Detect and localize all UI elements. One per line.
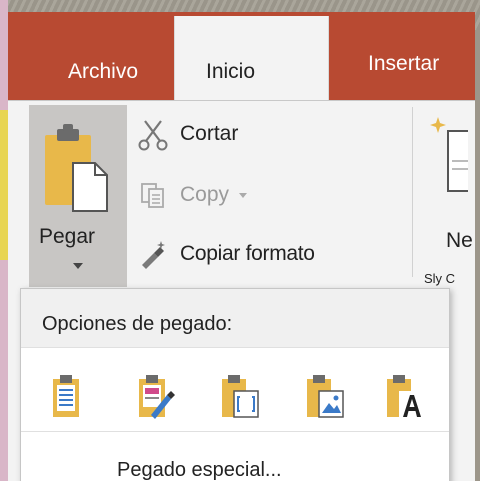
ribbon-group-divider xyxy=(412,107,413,277)
paste-option-embed[interactable] xyxy=(218,371,262,423)
paste-option-keep-source[interactable] xyxy=(133,371,177,423)
paste-dropdown-caret[interactable] xyxy=(73,263,83,269)
cut-button[interactable]: Cortar xyxy=(136,117,238,151)
paste-keep-source-formatting-icon xyxy=(139,375,175,419)
tab-inicio-label: Inicio xyxy=(206,60,256,83)
copy-label: Copy xyxy=(180,183,230,206)
format-painter-icon xyxy=(142,241,165,269)
paste-option-destination-theme[interactable] xyxy=(47,371,91,423)
background-left-strip xyxy=(0,0,8,481)
paste-button[interactable]: Pegar xyxy=(29,105,127,287)
paste-options-menu: Opciones de pegado: Pegado especial... xyxy=(20,288,450,481)
tab-archivo[interactable]: Archivo xyxy=(68,60,138,84)
copy-dropdown-caret[interactable] xyxy=(239,192,248,198)
paste-option-picture[interactable] xyxy=(303,371,347,423)
copy-icon xyxy=(141,183,164,208)
paste-options-row xyxy=(21,359,449,419)
tab-inicio[interactable]: Inicio xyxy=(174,16,329,100)
copy-button[interactable]: Copy xyxy=(136,178,248,212)
new-slide-label: Ne xyxy=(446,229,473,252)
copy-format-button[interactable]: Copiar formato xyxy=(136,237,315,271)
paste-keep-text-only-icon xyxy=(387,375,423,417)
tab-insertar[interactable]: Insertar xyxy=(368,52,439,76)
ribbon-tab-bar: Archivo Inicio Insertar xyxy=(8,12,475,100)
clipboard-paste-icon xyxy=(45,124,108,212)
paste-picture-icon xyxy=(307,375,344,418)
scissors-icon xyxy=(138,120,168,151)
ribbon-home: Pegar Cortar Copy Copiar formato Ne Sly … xyxy=(8,100,475,291)
copy-format-label: Copiar formato xyxy=(180,242,315,265)
paste-options-header: Opciones de pegado: xyxy=(21,289,449,348)
new-slide-icon[interactable] xyxy=(428,111,468,201)
paste-option-text-only[interactable] xyxy=(383,371,427,423)
paste-embed-icon xyxy=(222,375,259,418)
paste-options-title: Opciones de pegado: xyxy=(42,313,233,335)
cut-label: Cortar xyxy=(180,122,239,145)
paste-menu-separator xyxy=(21,431,449,432)
new-slide-sublabel: Sly C xyxy=(424,271,456,286)
app-window: Archivo Inicio Insertar Pegar Cortar Cop… xyxy=(8,12,475,481)
paste-label: Pegar xyxy=(39,225,96,248)
paste-special-item[interactable]: Pegado especial... xyxy=(117,459,282,481)
paste-use-destination-theme-icon xyxy=(53,375,79,417)
